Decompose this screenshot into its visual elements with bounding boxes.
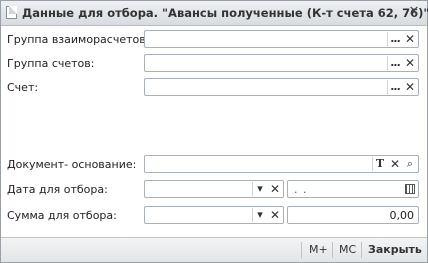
clear-account-icon[interactable]: ✕ <box>403 80 417 94</box>
command-bar: M+ MC Закрыть <box>1 237 427 262</box>
clear-group-settlements-icon[interactable]: ✕ <box>403 32 417 46</box>
chevron-down-icon[interactable]: ▾ <box>252 182 267 196</box>
chevron-down-icon[interactable]: ▾ <box>252 208 267 222</box>
account-field[interactable]: ... ✕ <box>144 78 419 96</box>
divider <box>361 242 362 258</box>
base-document-label: Документ- основание: <box>7 158 137 171</box>
filter-amount-label: Сумма для отбора: <box>7 209 117 222</box>
filter-amount-input[interactable]: 0,00 <box>287 206 419 224</box>
document-icon <box>6 6 17 19</box>
clear-base-document-icon[interactable]: ✕ <box>388 157 402 171</box>
window-title: Данные для отбора. "Авансы полученные (К… <box>22 6 428 20</box>
group-settlements-field[interactable]: ... ✕ <box>144 30 419 48</box>
filter-date-input[interactable]: . . <box>287 180 419 198</box>
group-accounts-field[interactable]: ... ✕ <box>144 54 419 72</box>
base-document-field[interactable]: T ✕ ⌕ <box>144 155 419 173</box>
clear-amount-kind-icon[interactable]: ✕ <box>268 208 282 222</box>
memory-add-button[interactable]: M+ <box>309 243 328 256</box>
close-window-button[interactable]: ✕ <box>407 5 421 19</box>
title-bar: Данные для отбора. "Авансы полученные (К… <box>1 1 428 26</box>
memory-clear-button[interactable]: MC <box>339 243 356 256</box>
select-account-button[interactable]: ... <box>387 80 402 94</box>
select-group-settlements-button[interactable]: ... <box>387 32 402 46</box>
group-accounts-label: Группа счетов: <box>7 57 95 70</box>
select-type-icon[interactable]: T <box>372 157 387 171</box>
group-settlements-label: Группа взаиморасчетов: <box>7 33 150 46</box>
account-label: Счет: <box>7 81 39 94</box>
calendar-icon[interactable] <box>405 184 415 194</box>
filter-date-label: Дата для отбора: <box>7 183 108 196</box>
select-group-accounts-button[interactable]: ... <box>387 56 402 70</box>
divider <box>332 242 333 258</box>
filter-date-kind-field[interactable]: ▾ ✕ <box>144 180 284 198</box>
clear-group-accounts-icon[interactable]: ✕ <box>403 56 417 70</box>
dialog-window: Данные для отбора. "Авансы полученные (К… <box>0 0 428 263</box>
filter-amount-kind-field[interactable]: ▾ ✕ <box>144 206 284 224</box>
divider <box>301 242 302 258</box>
search-icon[interactable]: ⌕ <box>403 157 417 171</box>
close-button[interactable]: Закрыть <box>368 243 422 256</box>
clear-date-kind-icon[interactable]: ✕ <box>268 182 282 196</box>
